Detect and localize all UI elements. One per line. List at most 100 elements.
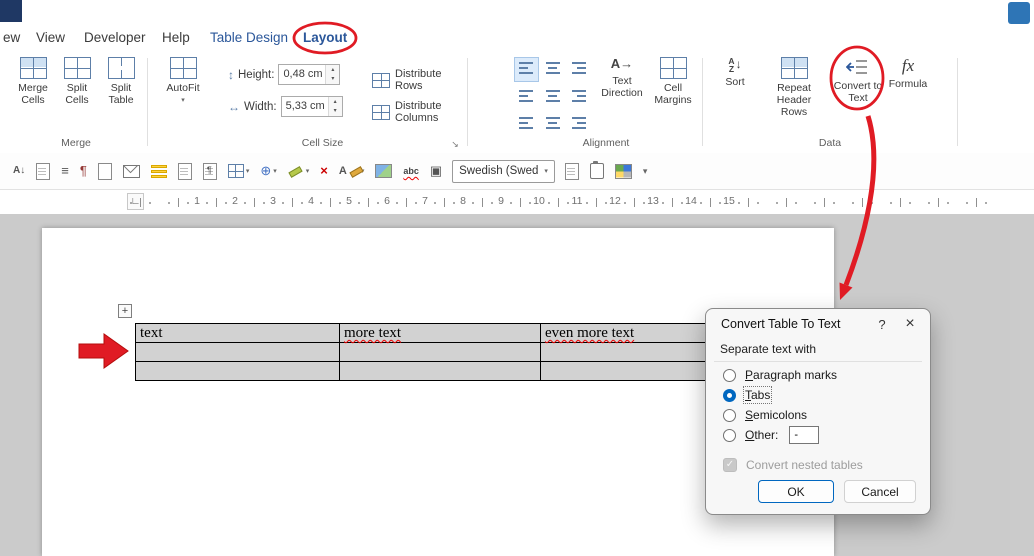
- ruler-dot: [510, 202, 512, 204]
- align-mc-button[interactable]: [540, 83, 565, 108]
- formula-button[interactable]: fx Formula: [886, 55, 930, 92]
- height-input[interactable]: 0,48 cm ▴ ▾: [278, 64, 341, 85]
- language-select[interactable]: Swedish (Swed ▾: [452, 159, 555, 183]
- align-mr-button[interactable]: [566, 83, 591, 108]
- ruler-dot: [320, 202, 322, 204]
- menu-item-layout[interactable]: Layout: [303, 30, 347, 45]
- menu-item-developer[interactable]: Developer: [84, 30, 146, 45]
- align-br-button[interactable]: [566, 109, 591, 134]
- table-cell[interactable]: [135, 361, 340, 381]
- menu-item-view[interactable]: View: [36, 30, 65, 45]
- media-button[interactable]: [374, 163, 393, 179]
- table-row: [135, 361, 743, 381]
- align-tc-button[interactable]: [540, 57, 565, 82]
- page-arrow-button[interactable]: [564, 162, 580, 181]
- table-row: text more text even more text: [135, 323, 743, 343]
- spelling-button[interactable]: abc: [402, 165, 420, 177]
- convert-to-text-button[interactable]: Convert to Text: [828, 55, 888, 106]
- dialog-help-button[interactable]: ?: [868, 311, 896, 337]
- highlighter-bars-icon: [150, 164, 167, 178]
- height-up-button[interactable]: ▴: [326, 65, 340, 75]
- menu-item-help[interactable]: Help: [162, 30, 190, 45]
- distribute-columns-button[interactable]: Distribute Columns: [372, 100, 465, 124]
- ruler-dot: [529, 202, 531, 204]
- table-cell[interactable]: [339, 361, 541, 381]
- radio-option-paragraph-marks[interactable]: Paragraph marks: [723, 365, 918, 385]
- page-lines-button[interactable]: [177, 162, 193, 181]
- height-down-button[interactable]: ▾: [326, 74, 340, 84]
- ruler-dot: [206, 202, 208, 204]
- menu-item-table-design[interactable]: Table Design: [210, 30, 288, 45]
- delete-button[interactable]: ×: [319, 163, 329, 179]
- clipboard-button[interactable]: [589, 161, 605, 180]
- distribute-rows-button[interactable]: Distribute Rows: [372, 68, 465, 92]
- dialog-close-button[interactable]: ×: [896, 311, 924, 337]
- cell-margins-button[interactable]: Cell Margins: [648, 55, 698, 108]
- ruler-number: 1: [194, 195, 200, 207]
- width-down-button[interactable]: ▾: [328, 106, 342, 116]
- radio-option-semicolons[interactable]: Semicolons: [723, 405, 918, 425]
- color-grid-button[interactable]: [614, 163, 633, 180]
- sort-button[interactable]: AZ ↓ Sort: [713, 55, 757, 90]
- font-pen-button[interactable]: A ▾: [338, 163, 365, 179]
- width-input[interactable]: 5,33 cm ▴ ▾: [280, 96, 343, 117]
- spelling-abc-icon: abc: [403, 166, 419, 176]
- repeat-header-rows-button[interactable]: Repeat Header Rows: [761, 55, 827, 120]
- row-height-icon: ↕: [228, 67, 234, 82]
- table-cell[interactable]: more text: [339, 323, 541, 343]
- list-button[interactable]: ≡: [60, 163, 70, 179]
- ruler-tick: [900, 198, 901, 207]
- hyperlink-button[interactable]: ⊕ ▾: [259, 163, 277, 179]
- merge-cells-label: Merge Cells: [18, 82, 48, 107]
- sort-az-toolbar-button[interactable]: A↓: [12, 163, 26, 179]
- width-up-button[interactable]: ▴: [328, 97, 342, 107]
- other-separator-input[interactable]: [789, 426, 820, 444]
- page-pilcrow-button[interactable]: ¶: [202, 162, 218, 181]
- table-cell[interactable]: [135, 342, 340, 362]
- framed-page-button[interactable]: ▣: [429, 163, 443, 179]
- envelope-button[interactable]: [122, 164, 141, 179]
- align-bl-button[interactable]: [514, 109, 539, 134]
- cell-size-dialog-launcher[interactable]: ↘: [449, 138, 461, 150]
- ribbon-separator: [467, 58, 468, 146]
- table-cell[interactable]: text: [135, 323, 340, 343]
- toolbar-overflow-button[interactable]: ▾: [642, 166, 649, 176]
- merge-cells-button[interactable]: Merge Cells: [12, 55, 54, 108]
- split-cells-button[interactable]: Split Cells: [56, 55, 98, 108]
- align-bc-button[interactable]: [540, 109, 565, 134]
- copy-page-button[interactable]: [35, 162, 51, 181]
- text-direction-icon: A→: [610, 56, 634, 71]
- menu-item-review-partial[interactable]: ew: [3, 30, 20, 45]
- cancel-button[interactable]: Cancel: [844, 480, 916, 503]
- distribute-columns-label: Distribute Columns: [395, 100, 442, 124]
- chevron-down-icon: ▾: [245, 167, 250, 175]
- ruler-number: 4: [308, 195, 314, 207]
- ruler-dot: [947, 202, 949, 204]
- ok-button[interactable]: OK: [758, 480, 834, 503]
- table-cell[interactable]: [339, 342, 541, 362]
- split-table-button[interactable]: Split Table: [100, 55, 142, 108]
- autofit-button[interactable]: AutoFit ▾: [160, 55, 206, 106]
- radio-option-tabs[interactable]: Tabs: [723, 385, 918, 405]
- highlighter-button[interactable]: [150, 164, 168, 179]
- convert-nested-tables-checkbox: ✓ Convert nested tables: [723, 458, 918, 472]
- align-tr-button[interactable]: [566, 57, 591, 82]
- insert-table-button[interactable]: ▾: [227, 163, 251, 179]
- ruler-dot: [643, 202, 645, 204]
- text-direction-button[interactable]: A→ Text Direction: [597, 55, 647, 101]
- ruler-dot: [738, 202, 740, 204]
- clipboard-icon: [589, 161, 604, 179]
- ink-pen-icon: [288, 164, 304, 178]
- new-page-button[interactable]: [97, 162, 113, 181]
- repeat-header-rows-label: Repeat Header Rows: [776, 82, 812, 119]
- radio-option-other[interactable]: Other:: [723, 425, 918, 445]
- cell-margins-label: Cell Margins: [654, 82, 692, 107]
- ruler-tick: [330, 198, 331, 207]
- chevron-down-icon: ▾: [544, 167, 548, 175]
- ruler-number: 3: [270, 195, 276, 207]
- align-tl-button[interactable]: [514, 57, 539, 82]
- ink-pen-button[interactable]: ▾: [287, 163, 311, 179]
- table-move-handle[interactable]: +: [118, 304, 132, 318]
- pilcrow-back-button[interactable]: ¶: [79, 163, 88, 179]
- align-ml-button[interactable]: [514, 83, 539, 108]
